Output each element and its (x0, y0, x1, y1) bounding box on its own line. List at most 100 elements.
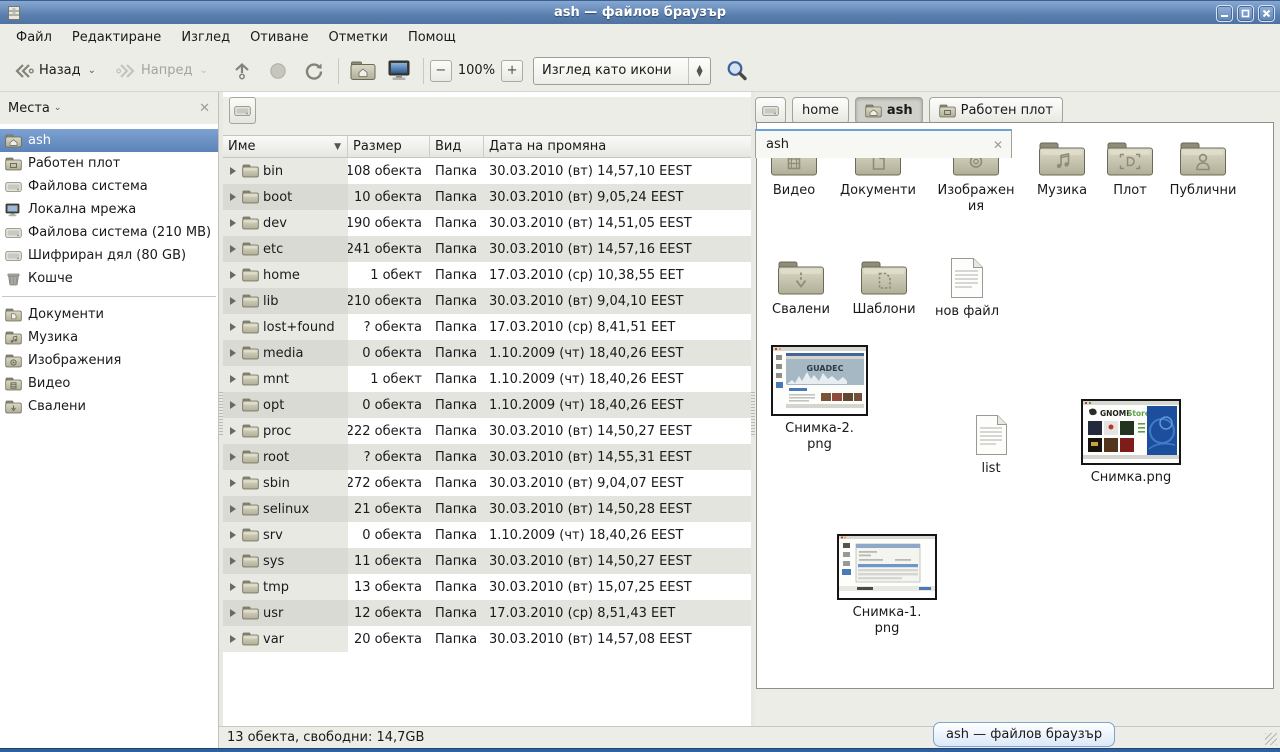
path-button-home[interactable]: home (792, 97, 849, 124)
size-cell: 13 обекта (348, 574, 430, 600)
expander-icon[interactable] (230, 167, 236, 175)
grid-item-new-file[interactable]: нов файл (922, 257, 1012, 320)
close-button[interactable] (1258, 5, 1275, 22)
expander-icon[interactable] (230, 427, 236, 435)
sidebar-item-filesystem[interactable]: Файлова система (0, 175, 218, 198)
path-button-desktop[interactable]: Работен плот (929, 97, 1063, 124)
root-location-button[interactable] (229, 97, 256, 124)
grid-item-list[interactable]: list (946, 414, 1036, 477)
tab-ash[interactable]: ash ✕ (755, 129, 1012, 158)
sidebar-item-pictures[interactable]: Изображения (0, 349, 218, 372)
table-row[interactable]: sbin 272 обекта Папка 30.03.2010 (вт) 9,… (223, 470, 751, 496)
table-row[interactable]: var 20 обекта Папка 30.03.2010 (вт) 14,5… (223, 626, 751, 652)
table-row[interactable]: opt 0 обекта Папка 1.10.2009 (чт) 18,40,… (223, 392, 751, 418)
grid-item-snimka-2[interactable]: GUADEC Снимка-2.png (771, 345, 868, 453)
sidebar-item-home[interactable]: ash (0, 129, 218, 152)
table-row[interactable]: boot 10 обекта Папка 30.03.2010 (вт) 9,0… (223, 184, 751, 210)
menu-go[interactable]: Отиване (240, 26, 318, 49)
expander-icon[interactable] (230, 583, 236, 591)
column-header-name[interactable]: Име ▼ (223, 136, 348, 157)
table-row[interactable]: mnt 1 обект Папка 1.10.2009 (чт) 18,40,2… (223, 366, 751, 392)
expander-icon[interactable] (230, 479, 236, 487)
table-row[interactable]: selinux 21 обекта Папка 30.03.2010 (вт) … (223, 496, 751, 522)
sidebar-item-filesystem-210mb[interactable]: Файлова система (210 MB) (0, 221, 218, 244)
back-button[interactable]: Назад ⌄ (8, 56, 102, 86)
forward-history-chevron[interactable]: ⌄ (199, 65, 207, 76)
sidebar-close-icon[interactable]: ✕ (199, 101, 210, 116)
sidebar-item-network[interactable]: Локална мрежа (0, 198, 218, 221)
menu-help[interactable]: Помощ (398, 26, 466, 49)
search-icon (725, 59, 749, 83)
titlebar[interactable]: ash — файлов браузър (0, 0, 1280, 24)
table-row[interactable]: bin 108 обекта Папка 30.03.2010 (вт) 14,… (223, 158, 751, 184)
table-row[interactable]: sys 11 обекта Папка 30.03.2010 (вт) 14,5… (223, 548, 751, 574)
home-button[interactable] (345, 54, 381, 88)
menu-file[interactable]: Файл (6, 26, 62, 49)
table-row[interactable]: lost+found ? обекта Папка 17.03.2010 (ср… (223, 314, 751, 340)
expander-icon[interactable] (230, 375, 236, 383)
expander-icon[interactable] (230, 557, 236, 565)
expander-icon[interactable] (230, 323, 236, 331)
grid-item-snimka-1[interactable]: Снимка-1.png (837, 534, 937, 637)
sidebar-item-trash[interactable]: Кошче (0, 267, 218, 290)
sidebar-item-desktop[interactable]: Работен плот (0, 152, 218, 175)
expander-icon[interactable] (230, 401, 236, 409)
expander-icon[interactable] (230, 271, 236, 279)
up-button[interactable] (224, 54, 260, 88)
grid-item-public[interactable]: Публични (1158, 140, 1248, 199)
sidebar-item-music[interactable]: Музика (0, 326, 218, 349)
table-row[interactable]: root ? обекта Папка 30.03.2010 (вт) 14,5… (223, 444, 751, 470)
expander-icon[interactable] (230, 193, 236, 201)
menu-bookmarks[interactable]: Отметки (318, 26, 397, 49)
tab-close-icon[interactable]: ✕ (993, 138, 1003, 152)
path-button-ash[interactable]: ash (855, 97, 923, 124)
path-root-button[interactable] (755, 97, 786, 124)
computer-button[interactable] (381, 54, 417, 88)
expander-icon[interactable] (230, 219, 236, 227)
menu-edit[interactable]: Редактиране (62, 26, 171, 49)
reload-button[interactable] (296, 54, 332, 88)
expander-icon[interactable] (230, 245, 236, 253)
column-header-size[interactable]: Размер (348, 136, 430, 157)
expander-icon[interactable] (230, 635, 236, 643)
sidebar-item-documents[interactable]: Документи (0, 303, 218, 326)
table-row[interactable]: dev 190 обекта Папка 30.03.2010 (вт) 14,… (223, 210, 751, 236)
forward-button[interactable]: Напред ⌄ (110, 56, 214, 86)
name-cell: mnt (223, 366, 348, 392)
expander-icon[interactable] (230, 531, 236, 539)
zoom-out-button[interactable]: − (430, 60, 452, 82)
table-row[interactable]: etc 241 обекта Папка 30.03.2010 (вт) 14,… (223, 236, 751, 262)
grid-item-templates[interactable]: Шаблони (839, 259, 929, 318)
table-row[interactable]: tmp 13 обекта Папка 30.03.2010 (вт) 15,0… (223, 574, 751, 600)
grid-item-downloads[interactable]: Свалени (756, 259, 846, 318)
expander-icon[interactable] (230, 349, 236, 357)
icon-view[interactable]: Видео Документи Изображения Музика Плот … (756, 122, 1274, 689)
menu-view[interactable]: Изглед (171, 26, 240, 49)
sidebar-item-videos[interactable]: Видео (0, 372, 218, 395)
sidebar-selector[interactable]: Места ⌄ (8, 101, 61, 116)
back-history-chevron[interactable]: ⌄ (88, 65, 96, 76)
view-mode-select[interactable]: Изглед като икони ▲▼ (533, 57, 711, 85)
expander-icon[interactable] (230, 297, 236, 305)
toolbar-separator (423, 58, 424, 84)
maximize-button[interactable] (1237, 5, 1254, 22)
column-header-type[interactable]: Вид (430, 136, 484, 157)
expander-icon[interactable] (230, 505, 236, 513)
resize-grip[interactable] (1265, 733, 1277, 745)
expander-icon[interactable] (230, 453, 236, 461)
search-button[interactable] (719, 55, 755, 87)
column-header-date[interactable]: Дата на промяна (484, 136, 751, 157)
sidebar-item-encrypted-80gb[interactable]: Шифриран дял (80 GB) (0, 244, 218, 267)
sidebar-item-downloads[interactable]: Свалени (0, 395, 218, 418)
table-row[interactable]: lib 210 обекта Папка 30.03.2010 (вт) 9,0… (223, 288, 751, 314)
table-row[interactable]: home 1 обект Папка 17.03.2010 (ср) 10,38… (223, 262, 751, 288)
expander-icon[interactable] (230, 609, 236, 617)
table-row[interactable]: usr 12 обекта Папка 17.03.2010 (ср) 8,51… (223, 600, 751, 626)
grid-item-snimka[interactable]: GNOME Store (1081, 399, 1181, 486)
table-row[interactable]: proc 222 обекта Папка 30.03.2010 (вт) 14… (223, 418, 751, 444)
zoom-in-button[interactable]: + (501, 60, 523, 82)
minimize-button[interactable] (1216, 5, 1233, 22)
stop-button[interactable] (260, 54, 296, 88)
table-row[interactable]: srv 0 обекта Папка 1.10.2009 (чт) 18,40,… (223, 522, 751, 548)
table-row[interactable]: media 0 обекта Папка 1.10.2009 (чт) 18,4… (223, 340, 751, 366)
